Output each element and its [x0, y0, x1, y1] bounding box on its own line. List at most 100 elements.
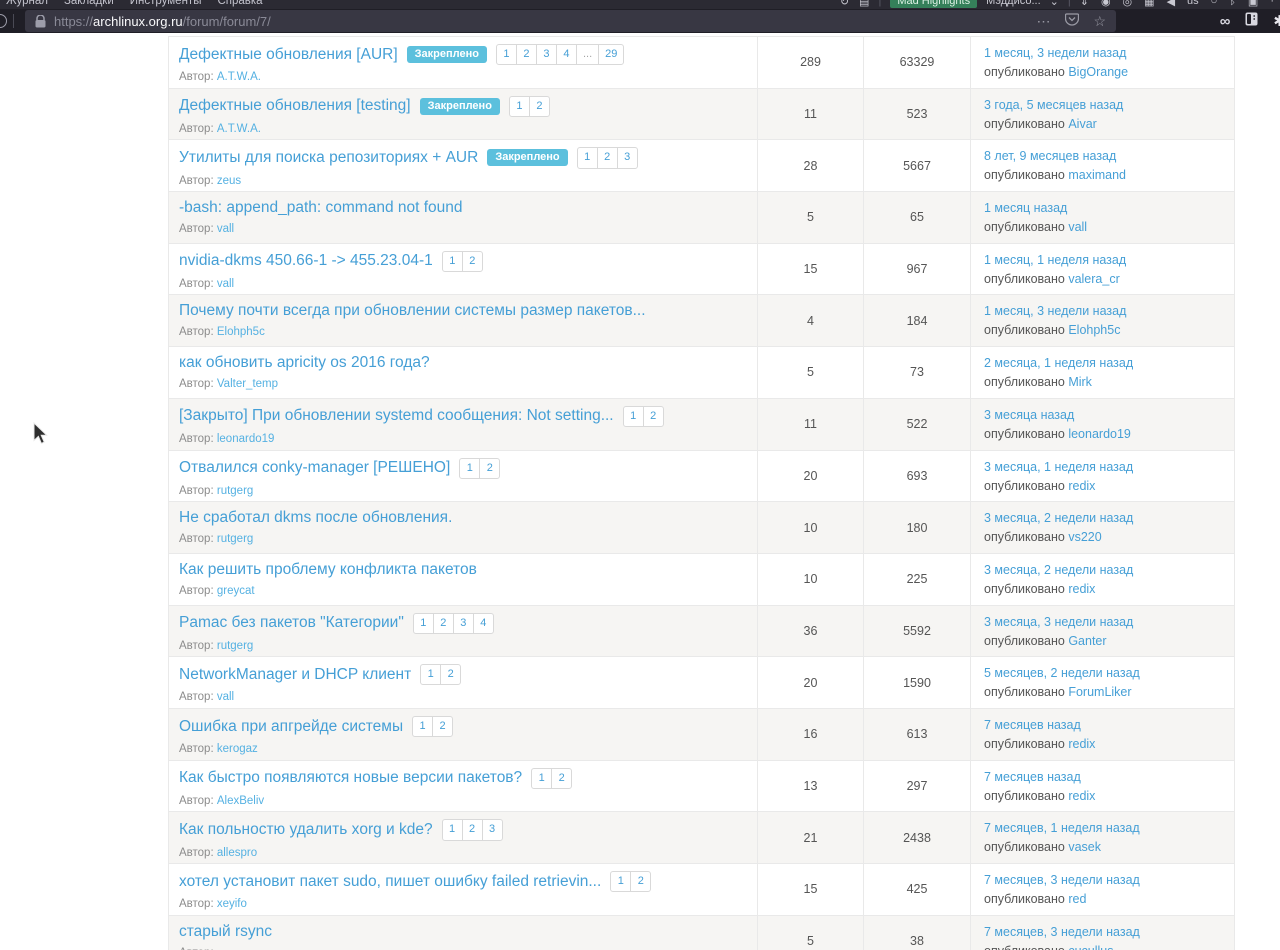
page-link[interactable]: 2: [596, 147, 618, 169]
last-post-user-link[interactable]: leonardo19: [1068, 427, 1131, 441]
page-link[interactable]: 1: [441, 819, 463, 841]
page-link[interactable]: 2: [432, 715, 454, 738]
page-link[interactable]: 1: [622, 405, 644, 427]
page-link[interactable]: 2: [461, 819, 483, 841]
bookmark-star-icon[interactable]: ☆: [1093, 13, 1106, 30]
last-post-user-link[interactable]: Ganter: [1068, 634, 1106, 648]
pocket-icon[interactable]: [1065, 12, 1080, 31]
page-link[interactable]: 3: [616, 147, 638, 169]
author-link[interactable]: vall: [217, 223, 234, 235]
topic-title-link[interactable]: старый rsync: [179, 923, 272, 941]
author-link[interactable]: Elohph5c: [217, 326, 265, 338]
last-post-time-link[interactable]: 1 месяц, 3 недели назад: [984, 304, 1126, 318]
last-post-time-link[interactable]: 3 месяца, 2 недели назад: [984, 511, 1133, 525]
last-post-time-link[interactable]: 7 месяцев назад: [984, 770, 1081, 784]
topic-title-link[interactable]: Утилиты для поиска репозиториях + AUR: [179, 149, 478, 167]
last-post-user-link[interactable]: Elohph5c: [1068, 323, 1120, 337]
last-post-user-link[interactable]: BigOrange: [1068, 65, 1128, 79]
undo-icon[interactable]: ↻: [840, 0, 849, 8]
last-post-user-link[interactable]: redix: [1068, 789, 1095, 803]
topic-title-link[interactable]: Почему почти всегда при обновлении систе…: [179, 302, 646, 320]
page-link[interactable]: 2: [642, 405, 664, 427]
network-icon[interactable]: ◎: [1123, 0, 1133, 8]
window-icon[interactable]: ▦: [1144, 0, 1154, 8]
last-post-user-link[interactable]: red: [1068, 892, 1086, 906]
page-link[interactable]: 2: [630, 871, 652, 893]
last-post-user-link[interactable]: maximand: [1068, 168, 1126, 182]
containers-infinity-icon[interactable]: ∞: [1220, 13, 1231, 30]
page-link[interactable]: 1: [610, 871, 632, 893]
menu-item-bookmarks[interactable]: Закладки: [64, 0, 114, 7]
topic-title-link[interactable]: nvidia-dkms 450.66-1 -> 455.23.04-1: [179, 252, 433, 270]
author-link[interactable]: greycat: [217, 585, 255, 597]
author-link[interactable]: rutgerg: [217, 533, 253, 545]
url-field[interactable]: https://archlinux.org.ru/forum/forum/7/ …: [25, 10, 1116, 32]
reload-icon[interactable]: [0, 14, 7, 28]
last-post-time-link[interactable]: 3 месяца, 2 недели назад: [984, 563, 1133, 577]
page-link[interactable]: 1: [508, 95, 530, 117]
menu-item-tools[interactable]: Инструменты: [130, 0, 202, 7]
status-dot-icon[interactable]: ○: [1211, 0, 1218, 7]
lock-icon[interactable]: [35, 14, 46, 28]
last-post-user-link[interactable]: valera_cr: [1068, 272, 1119, 286]
author-link[interactable]: Valter_temp: [217, 378, 278, 390]
last-post-time-link[interactable]: 7 месяцев назад: [984, 718, 1081, 732]
last-post-user-link[interactable]: vs220: [1068, 530, 1101, 544]
last-post-user-link[interactable]: vasek: [1068, 840, 1101, 854]
last-post-user-link[interactable]: vall: [1068, 220, 1087, 234]
topic-title-link[interactable]: Ошибка при апгрейде системы: [179, 718, 403, 736]
topic-title-link[interactable]: [Закрыто] При обновлении systemd сообщен…: [179, 407, 614, 425]
page-actions-icon[interactable]: ⋯: [1036, 13, 1051, 30]
page-link[interactable]: 29: [598, 44, 625, 66]
page-link[interactable]: 2: [515, 44, 537, 66]
page-link[interactable]: 4: [472, 612, 494, 634]
page-link[interactable]: 1: [412, 715, 434, 738]
bluetooth-icon[interactable]: ᛒ: [1229, 0, 1236, 7]
last-post-user-link[interactable]: Mirk: [1068, 375, 1092, 389]
author-link[interactable]: A.T.W.A.: [217, 71, 261, 83]
page-link[interactable]: 2: [479, 457, 501, 479]
last-post-time-link[interactable]: 7 месяцев, 3 недели назад: [984, 873, 1140, 887]
topic-title-link[interactable]: Pamac без пакетов "Категории": [179, 614, 404, 632]
topic-title-link[interactable]: NetworkManager и DHCP клиент: [179, 666, 411, 684]
last-post-time-link[interactable]: 3 года, 5 месяцев назад: [984, 98, 1123, 112]
last-post-time-link[interactable]: 3 месяца, 3 недели назад: [984, 615, 1133, 629]
topic-title-link[interactable]: Отвалился conky-manager [РЕШЕНО]: [179, 459, 450, 477]
last-post-time-link[interactable]: 5 месяцев, 2 недели назад: [984, 666, 1140, 680]
author-link[interactable]: AlexBeliv: [217, 795, 264, 807]
page-link[interactable]: 1: [420, 664, 442, 686]
tray-box-icon[interactable]: ▤: [859, 0, 869, 8]
page-link[interactable]: 2: [528, 95, 550, 117]
highlight-badge[interactable]: Mad Highlights: [890, 0, 978, 8]
page-link[interactable]: 1: [459, 457, 481, 479]
display-icon[interactable]: ⇓: [1080, 0, 1089, 8]
last-post-time-link[interactable]: 7 месяцев, 1 неделя назад: [984, 821, 1140, 835]
author-link[interactable]: rutgerg: [217, 485, 253, 497]
dot-icon[interactable]: ·: [1270, 0, 1274, 7]
last-post-user-link[interactable]: ForumLiker: [1068, 685, 1131, 699]
last-post-time-link[interactable]: 1 месяц назад: [984, 201, 1067, 215]
page-link[interactable]: 1: [531, 767, 553, 789]
last-post-user-link[interactable]: Aivar: [1068, 117, 1096, 131]
author-link[interactable]: A.T.W.A.: [217, 123, 261, 135]
topic-title-link[interactable]: Как решить проблему конфликта пакетов: [179, 561, 477, 579]
last-post-time-link[interactable]: 1 месяц, 1 неделя назад: [984, 253, 1126, 267]
clipboard-icon[interactable]: ▣: [1248, 0, 1258, 8]
clipped-toolbar-icon[interactable]: ✱: [1273, 12, 1280, 30]
author-link[interactable]: kerogaz: [217, 743, 258, 755]
last-post-time-link[interactable]: 1 месяц, 3 недели назад: [984, 46, 1126, 60]
page-link[interactable]: 3: [535, 44, 557, 66]
page-link[interactable]: 3: [481, 819, 503, 841]
page-link[interactable]: 4: [555, 44, 577, 66]
last-post-time-link[interactable]: 3 месяца, 1 неделя назад: [984, 460, 1133, 474]
volume-icon[interactable]: ◀: [1167, 0, 1175, 8]
last-post-time-link[interactable]: 2 месяца, 1 неделя назад: [984, 356, 1133, 370]
menu-item-help[interactable]: Справка: [217, 0, 262, 7]
topic-title-link[interactable]: Не сработал dkms после обновления.: [179, 509, 452, 527]
author-link[interactable]: leonardo19: [217, 433, 275, 445]
topic-title-link[interactable]: Как быстро появляются новые версии пакет…: [179, 769, 522, 787]
extension-panel-icon[interactable]: [1245, 12, 1258, 31]
author-link[interactable]: vall: [217, 691, 234, 703]
page-link[interactable]: 1: [441, 250, 463, 272]
dropdown-text[interactable]: Мэддисо...: [986, 0, 1041, 7]
